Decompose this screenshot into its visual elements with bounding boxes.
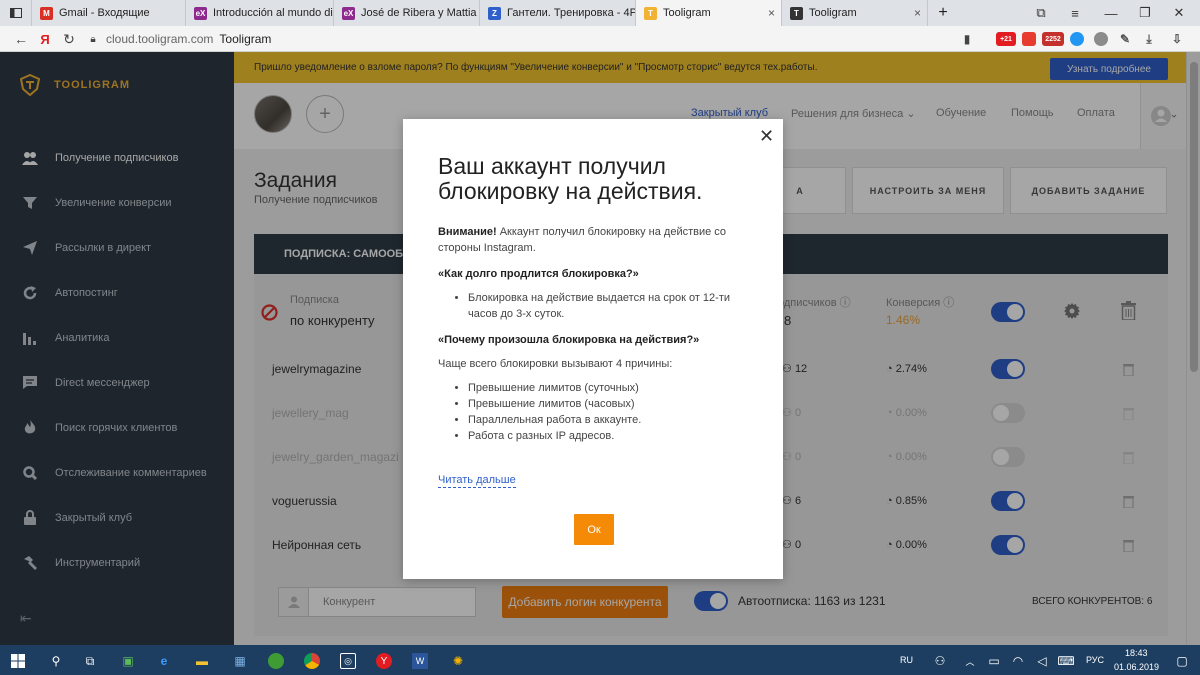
search-icon[interactable]: ⚲ — [48, 653, 64, 669]
site-icon: Z — [488, 6, 501, 20]
tab-ganteli[interactable]: Z Гантели. Тренировка - 4PD — [480, 0, 636, 26]
volume-icon[interactable]: ◁ — [1034, 653, 1050, 669]
modal-warning-bold: Внимание! — [438, 226, 497, 238]
weather-badge[interactable]: +21 — [996, 32, 1016, 46]
modal-answer-duration: Блокировка на действие выдается на срок … — [468, 290, 748, 322]
clock-date[interactable]: 01.06.2019 — [1114, 662, 1159, 672]
edx-icon: eX — [342, 6, 355, 20]
close-tab-icon[interactable]: × — [768, 6, 775, 20]
close-icon[interactable]: ✕ — [759, 127, 774, 145]
modal-reason-item: Превышение лимитов (суточных) — [468, 380, 748, 396]
weather-badge-text: +21 — [1000, 35, 1012, 43]
mail-badge-text: 2252 — [1045, 35, 1061, 43]
clock-time[interactable]: 18:43 — [1125, 648, 1148, 658]
notifications-icon[interactable]: ▢ — [1174, 653, 1190, 669]
yandex-icon[interactable]: Я — [34, 26, 56, 52]
windows-start-icon[interactable] — [10, 653, 26, 669]
keyboard-language[interactable]: РУС — [1086, 655, 1104, 665]
url-field[interactable]: cloud.tooligram.com Tooligram — [106, 26, 271, 52]
globe-icon[interactable] — [1094, 32, 1108, 46]
sync-icon[interactable] — [1070, 32, 1084, 46]
download-manager-icon[interactable]: ⇩ — [1170, 32, 1184, 46]
sun-icon[interactable]: ✺ — [450, 653, 466, 669]
block-notice-modal: ✕ Ваш аккаунт получил блокировку на дейс… — [403, 119, 783, 579]
close-window-icon[interactable]: ✕ — [1168, 0, 1190, 26]
url-host: cloud.tooligram.com — [106, 32, 214, 46]
modal-answer-duration-list: Блокировка на действие выдается на срок … — [456, 290, 748, 322]
app-icon[interactable]: ▦ — [232, 653, 248, 669]
restore-icon[interactable]: ❐ — [1134, 0, 1156, 26]
menu-icon[interactable]: ≡ — [1064, 0, 1086, 26]
browser-tab-strip: M Gmail - Входящие eX Introducción al mu… — [0, 0, 1200, 26]
chevron-up-icon[interactable]: ︿ — [962, 653, 978, 669]
tab-jose-de-ribera[interactable]: eX José de Ribera y Mattia Pre — [334, 0, 480, 26]
modal-warning: Внимание! Аккаунт получил блокировку на … — [438, 224, 748, 256]
store-icon[interactable]: ▣ — [120, 653, 136, 669]
back-arrow-icon[interactable]: ← — [10, 26, 32, 52]
modal-title: Ваш аккаунт получил блокировку на действ… — [438, 153, 703, 204]
camera-icon[interactable]: ◎ — [340, 653, 356, 669]
mail-badge[interactable]: 2252 — [1042, 32, 1064, 46]
edge-icon[interactable]: e — [156, 653, 172, 669]
chrome-icon[interactable] — [304, 653, 320, 669]
yandex-browser-icon[interactable]: Y — [376, 653, 392, 669]
folder-icon[interactable]: ▬ — [194, 653, 210, 669]
tab-introduccion[interactable]: eX Introducción al mundo digi — [186, 0, 334, 26]
download-icon[interactable]: ⤓ — [1142, 32, 1156, 46]
plus-icon: + — [938, 4, 948, 21]
modal-reason-item: Работа с разных IP адресов. — [468, 428, 748, 444]
tab-tooligram[interactable]: T Tooligram × — [782, 0, 928, 26]
close-tab-icon[interactable]: × — [914, 6, 921, 20]
wifi-icon[interactable]: ◠ — [1010, 653, 1026, 669]
extension-icon[interactable] — [1022, 32, 1036, 46]
tab-gmail[interactable]: M Gmail - Входящие — [32, 0, 186, 26]
tab-list-button[interactable] — [0, 0, 32, 26]
tab-label: Gmail - Входящие — [59, 7, 150, 19]
battery-icon[interactable]: ▭ — [986, 653, 1002, 669]
bookmarks-icon[interactable]: ⧉ — [1030, 0, 1052, 26]
language-indicator[interactable]: RU — [900, 655, 913, 665]
people-icon[interactable]: ⚇ — [932, 653, 948, 669]
tab-label: Гантели. Тренировка - 4PD — [507, 7, 636, 19]
tab-label: Introducción al mundo digi — [213, 7, 334, 19]
modal-body: Внимание! Аккаунт получил блокировку на … — [438, 224, 748, 454]
taskbar: ⚲ ⧉ ▣ e ▬ ▦ ◎ Y W ✺ RU ⚇ ︿ ▭ ◠ ◁ ⌨ РУС 1… — [0, 645, 1200, 675]
modal-reasons-list: Превышение лимитов (суточных) Превышение… — [456, 380, 748, 444]
reload-icon[interactable]: ↻ — [58, 26, 80, 52]
gmail-icon: M — [40, 6, 53, 20]
minimize-icon[interactable]: — — [1100, 0, 1122, 26]
modal-question-reason: «Почему произошла блокировка на действия… — [438, 334, 700, 346]
tooligram-icon: T — [790, 6, 803, 20]
tooligram-icon: T — [644, 6, 657, 20]
ok-button[interactable]: Ок — [574, 514, 614, 545]
address-bar: ← Я ↻ 🔒︎ cloud.tooligram.com Tooligram ▮ … — [0, 26, 1200, 52]
task-view-icon[interactable]: ⧉ — [82, 653, 98, 669]
torrent-icon[interactable] — [268, 653, 284, 669]
bookmark-icon[interactable]: ▮ — [956, 26, 978, 52]
tab-tooligram-active[interactable]: T Tooligram × — [636, 0, 782, 26]
url-title: Tooligram — [219, 32, 272, 46]
modal-reason-item: Превышение лимитов (часовых) — [468, 396, 748, 412]
keyboard-icon[interactable]: ⌨ — [1057, 653, 1074, 669]
pen-icon[interactable]: ✎ — [1118, 32, 1132, 46]
edx-icon: eX — [194, 6, 207, 20]
word-icon[interactable]: W — [412, 653, 428, 669]
read-more-link[interactable]: Читать дальше — [438, 474, 516, 488]
tab-label: Tooligram — [809, 7, 857, 19]
modal-answer-reason: Чаще всего блокировки вызывают 4 причины… — [438, 358, 673, 370]
screen: M Gmail - Входящие eX Introducción al mu… — [0, 0, 1200, 675]
tab-label: José de Ribera y Mattia Pre — [361, 7, 479, 19]
tab-label: Tooligram — [663, 7, 711, 19]
modal-reason-item: Параллельная работа в аккаунте. — [468, 412, 748, 428]
modal-question-duration: «Как долго продлится блокировка?» — [438, 268, 639, 280]
new-tab-button[interactable]: + — [928, 0, 958, 26]
window-icon — [9, 8, 22, 18]
lock-icon: 🔒︎ — [90, 33, 96, 45]
